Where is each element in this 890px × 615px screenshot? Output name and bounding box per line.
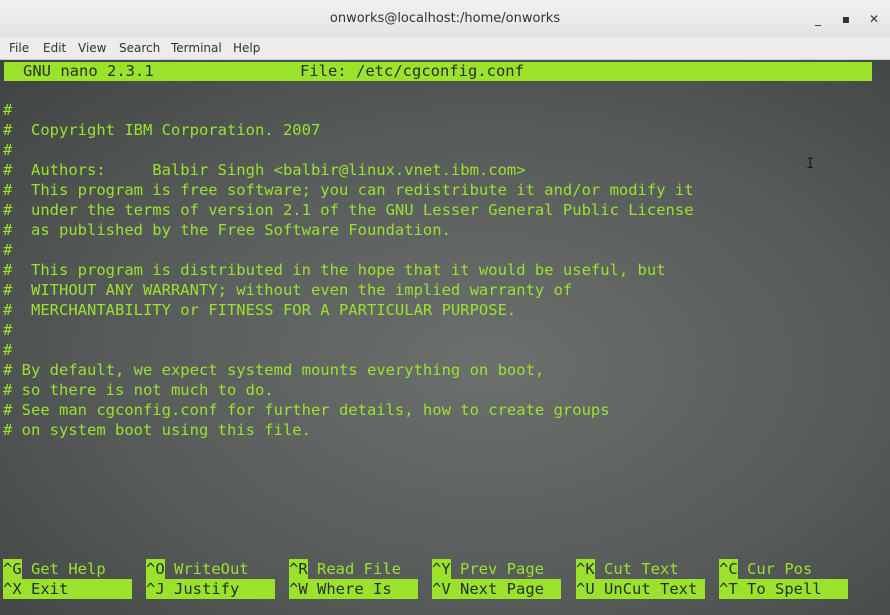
menu-search[interactable]: Search [119, 37, 160, 59]
file-line: # [3, 321, 13, 339]
shortcut-label: UnCut Text [594, 579, 705, 599]
file-line: # See man cgconfig.conf for further deta… [3, 401, 610, 419]
window-title: onworks@localhost:/home/onworks [329, 11, 561, 26]
file-line: # WITHOUT ANY WARRANTY; without even the… [3, 281, 573, 299]
shortcut-label: Where Is [307, 579, 418, 599]
shortcut-key: ^W [289, 579, 308, 599]
shortcut-item[interactable]: ^X Exit [3, 579, 132, 599]
shortcut-item[interactable]: ^Y Prev Page [432, 559, 561, 579]
shortcut-label: Prev Page [450, 560, 544, 578]
minimize-button[interactable]: _ [808, 9, 828, 29]
file-line: # Authors: Balbir Singh <balbir@linux.vn… [3, 161, 526, 179]
shortcut-key: ^Y [432, 559, 451, 579]
shortcut-label: Next Page [450, 579, 561, 599]
terminal-area[interactable]: GNU nano 2.3.1 File: /etc/cgconfig.conf … [0, 60, 890, 615]
shortcut-item[interactable]: ^C Cur Pos [719, 559, 848, 579]
shortcut-key: ^C [719, 559, 738, 579]
file-line: # as published by the Free Software Foun… [3, 221, 451, 239]
shortcut-label: Exit [21, 579, 132, 599]
file-line: # MERCHANTABILITY or FITNESS FOR A PARTI… [3, 301, 517, 319]
shortcut-item[interactable]: ^R Read File [289, 559, 418, 579]
shortcut-item[interactable]: ^U UnCut Text [576, 579, 705, 599]
shortcut-key: ^U [576, 579, 595, 599]
close-button[interactable]: ✕ [864, 9, 884, 29]
maximize-button[interactable]: ▪ [836, 9, 856, 29]
shortcut-item[interactable]: ^J Justify [146, 579, 275, 599]
file-line: # This program is free software; you can… [3, 181, 694, 199]
file-line: # [3, 101, 13, 119]
file-line: # Copyright IBM Corporation. 2007 [3, 121, 321, 139]
file-line: # [3, 241, 13, 259]
shortcut-item[interactable]: ^T To Spell [719, 579, 848, 599]
shortcut-item[interactable]: ^W Where Is [289, 579, 418, 599]
nano-version: GNU nano 2.3.1 [23, 62, 154, 80]
shortcut-key: ^R [289, 559, 308, 579]
ibeam-cursor-icon: I [806, 156, 815, 172]
shortcut-label: Cur Pos [737, 560, 813, 578]
nano-header: GNU nano 2.3.1 File: /etc/cgconfig.conf [4, 62, 872, 81]
file-line: # under the terms of version 2.1 of the … [3, 201, 694, 219]
file-line: # [3, 341, 13, 359]
shortcut-label: To Spell [737, 579, 848, 599]
nano-file-label: File: /etc/cgconfig.conf [300, 62, 524, 80]
shortcut-item[interactable]: ^K Cut Text [576, 559, 705, 579]
shortcut-label: Read File [307, 560, 401, 578]
file-line: # By default, we expect systemd mounts e… [3, 361, 545, 379]
shortcut-key: ^J [146, 579, 165, 599]
shortcut-item[interactable]: ^G Get Help [3, 559, 132, 579]
menu-bar: File Edit View Search Terminal Help [0, 37, 890, 60]
menu-terminal[interactable]: Terminal [171, 37, 222, 59]
shortcut-key: ^G [3, 559, 22, 579]
menu-file[interactable]: File [9, 37, 29, 59]
shortcut-label: Cut Text [594, 560, 679, 578]
shortcut-key: ^X [3, 579, 22, 599]
shortcut-key: ^T [719, 579, 738, 599]
shortcut-key: ^V [432, 579, 451, 599]
shortcut-label: Justify [164, 579, 275, 599]
file-line: # so there is not much to do. [3, 381, 274, 399]
file-line: # This program is distributed in the hop… [3, 261, 666, 279]
menu-edit[interactable]: Edit [43, 37, 66, 59]
shortcut-item[interactable]: ^V Next Page [432, 579, 561, 599]
menu-view[interactable]: View [78, 37, 106, 59]
shortcut-label: Get Help [21, 560, 106, 578]
shortcut-label: WriteOut [164, 560, 249, 578]
shortcut-item[interactable]: ^O WriteOut [146, 559, 275, 579]
shortcut-key: ^K [576, 559, 595, 579]
menu-help[interactable]: Help [233, 37, 260, 59]
file-line: # [3, 141, 13, 159]
window-titlebar[interactable]: onworks@localhost:/home/onworks _ ▪ ✕ [0, 0, 890, 38]
file-line: # on system boot using this file. [3, 421, 311, 439]
shortcut-key: ^O [146, 559, 165, 579]
